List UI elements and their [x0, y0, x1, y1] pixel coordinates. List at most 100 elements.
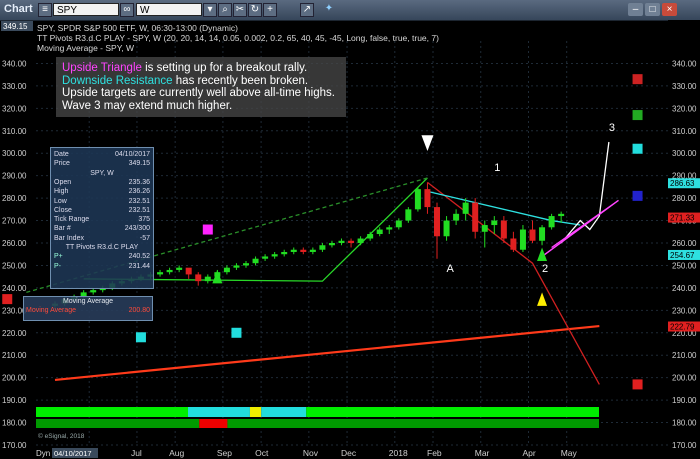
y-tick-label: 290.00 — [2, 172, 27, 181]
data-window[interactable]: Date 04/10/2017 Price 349.15 SPY, W Open 235.3… — [50, 147, 154, 289]
y-tick-label-right: 240.00 — [672, 284, 697, 293]
x-tick-label: Apr — [523, 448, 536, 458]
price-tag-label: 254.67 — [670, 251, 695, 260]
x-tick-label: Mar — [475, 448, 490, 458]
search-icon[interactable]: ⌕ — [218, 3, 232, 17]
moving-average-box: Moving Average Moving Average 200.80 — [23, 296, 153, 321]
y-tick-label-right: 200.00 — [672, 374, 697, 383]
twitter-icon[interactable]: ✦ — [322, 3, 336, 17]
pivot-key: P- — [54, 262, 61, 270]
share-icon[interactable]: ↗ — [300, 3, 314, 17]
candle — [328, 243, 335, 246]
candle — [166, 269, 173, 273]
minimize-icon[interactable]: – — [628, 3, 643, 16]
y-tick-label: 220.00 — [2, 329, 27, 338]
candle — [386, 227, 393, 230]
data-row: Low 232.51 — [54, 198, 150, 207]
y-tick-label: 240.00 — [2, 284, 27, 293]
y-tick-label-right: 310.00 — [672, 127, 697, 136]
y-tick-label: 250.00 — [2, 261, 27, 270]
annotation-note: Upside Triangle is setting up for a brea… — [56, 57, 346, 117]
menu-icon[interactable]: ≡ — [38, 3, 52, 17]
data-row: Bar Index -57 — [54, 235, 150, 244]
price-tag-label: 286.63 — [670, 179, 695, 188]
dropdown-icon[interactable]: ▾ — [203, 3, 217, 17]
y-tick-label-right: 210.00 — [672, 351, 697, 360]
scissors-icon[interactable]: ✂ — [233, 3, 247, 17]
data-row-value: 349.15 — [128, 160, 150, 168]
x-tick-label: Dec — [341, 448, 357, 458]
x-tick-label: 2018 — [389, 448, 408, 458]
y-tick-label-right: 230.00 — [672, 306, 697, 315]
signal-segment — [199, 419, 228, 428]
note-line-1: is setting up for a breakout rally. — [141, 62, 308, 74]
y-tick-label-right: 340.00 — [672, 59, 697, 68]
y-tick-label: 300.00 — [2, 149, 27, 158]
candle — [529, 229, 536, 241]
y-tick-label-right: 260.00 — [672, 239, 697, 248]
candle — [357, 238, 364, 243]
candle — [176, 267, 183, 270]
candle — [300, 249, 307, 252]
target-marker-green — [632, 110, 643, 121]
x-tick-label: Aug — [169, 448, 184, 458]
up-triangle-marker — [537, 292, 548, 306]
target-marker-bottom — [632, 379, 643, 390]
data-row: Date 04/10/2017 — [54, 151, 150, 160]
candle — [510, 238, 517, 250]
candle — [204, 276, 211, 282]
plus-icon[interactable]: + — [263, 3, 277, 17]
down-triangle-marker — [421, 135, 434, 151]
cyan-square-marker — [135, 332, 146, 343]
y-tick-label: 190.00 — [2, 396, 27, 405]
symbol-input[interactable]: SPY — [53, 3, 119, 16]
link-icon[interactable]: ∞ — [120, 3, 134, 17]
candle — [481, 225, 488, 232]
pivot-row: P- 231.44 — [54, 263, 150, 272]
candle — [519, 229, 526, 250]
line-white-projection — [560, 141, 610, 244]
candle — [491, 220, 498, 226]
y-tick-label: 180.00 — [2, 419, 27, 428]
note-line-4: Wave 3 may extend much higher. — [62, 99, 233, 112]
target-marker-cyan — [632, 143, 643, 154]
y-tick-label-right: 190.00 — [672, 396, 697, 405]
candle — [405, 209, 412, 221]
data-row: High 236.26 — [54, 188, 150, 197]
ma-value: 200.80 — [128, 307, 150, 314]
close-icon[interactable]: × — [662, 3, 677, 16]
x-tick-label: Nov — [303, 448, 319, 458]
signal-segment — [36, 407, 189, 417]
last-price-label: 349.15 — [3, 22, 28, 31]
data-row-header: SPY, W — [90, 169, 114, 177]
data-row-value: 375 — [138, 216, 150, 224]
data-row-key: Open — [54, 178, 72, 186]
data-row-key: Date — [54, 151, 69, 158]
x-tick-label: Oct — [255, 448, 269, 458]
candle — [281, 251, 288, 255]
data-row: Tick Range 375 — [54, 216, 150, 225]
y-tick-label: 310.00 — [2, 127, 27, 136]
copyright-label: © eSignal, 2018 — [38, 432, 85, 440]
data-row-key: High — [54, 188, 69, 196]
data-row-key: Tick Range — [54, 216, 90, 224]
signal-segment — [227, 419, 600, 428]
refresh-icon[interactable]: ↻ — [248, 3, 262, 17]
header-line-3: Moving Average - SPY, W — [37, 43, 135, 53]
data-row-key: Close — [54, 206, 72, 214]
y-tick-label: 330.00 — [2, 82, 27, 91]
y-tick-label: 270.00 — [2, 217, 27, 226]
date-badge-label: 04/10/2017 — [54, 449, 92, 458]
data-row: Price 349.15 — [54, 160, 150, 169]
interval-input[interactable]: W — [136, 3, 202, 16]
data-row-value: 232.51 — [128, 206, 150, 214]
signal-segment — [261, 407, 307, 417]
y-tick-label: 320.00 — [2, 104, 27, 113]
dyn-label: Dyn — [36, 449, 50, 458]
maximize-icon[interactable]: □ — [645, 3, 660, 16]
data-row-key: Low — [54, 197, 67, 205]
y-tick-label-right: 320.00 — [672, 104, 697, 113]
ma-label: Moving Average — [26, 307, 77, 314]
data-row-key: Bar # — [54, 225, 71, 233]
y-tick-label-right: 250.00 — [672, 261, 697, 270]
